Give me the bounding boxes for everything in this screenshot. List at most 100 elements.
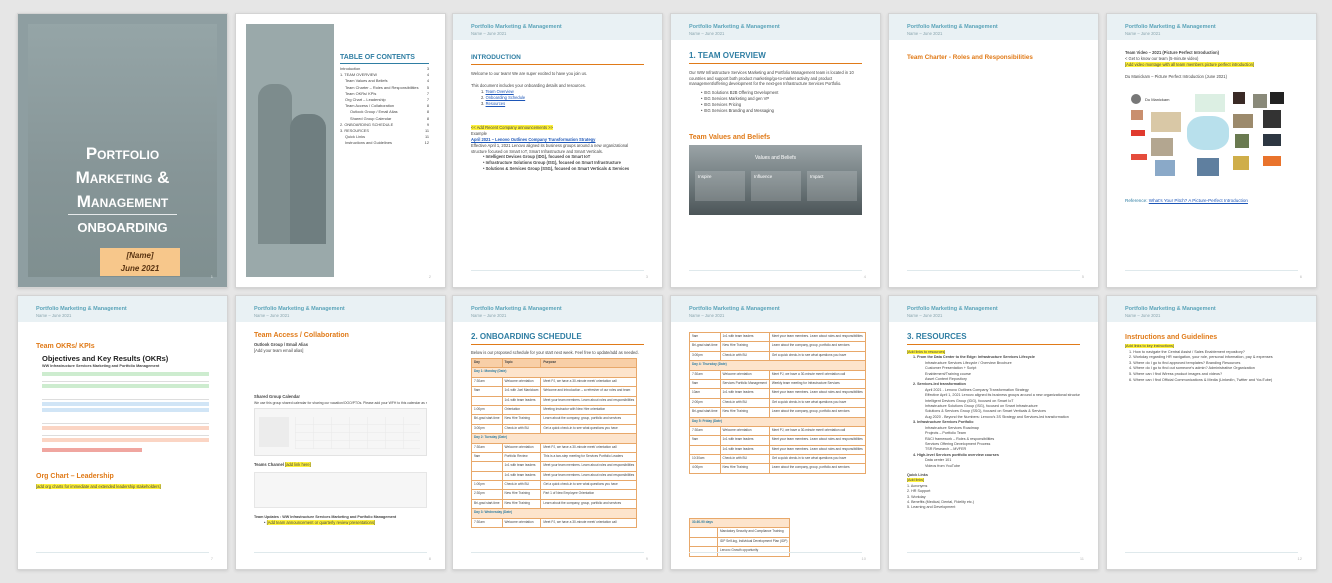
guide-items: 1. How to navigate the Central Assist / … bbox=[1125, 350, 1298, 384]
updates-placeholder: [Add team announcement or quarterly revi… bbox=[266, 520, 376, 525]
quick-link[interactable]: 5. Learning and Development bbox=[907, 505, 1080, 510]
purpose-cell: Get a quick check-in to see what questio… bbox=[540, 480, 638, 491]
access-outlook: Outlook Group / Email Alias [Add your te… bbox=[254, 342, 427, 354]
team-charter-page[interactable]: Portfolio Marketing & Management Name – … bbox=[888, 13, 1099, 288]
header-title: Portfolio Marketing & Management bbox=[1125, 306, 1216, 312]
header-subtitle: Name – June 2021 bbox=[254, 313, 290, 318]
intro-page[interactable]: Portfolio Marketing & Management Name – … bbox=[452, 13, 663, 288]
purpose-cell: Welcome and Introduction – a refresher o… bbox=[540, 386, 638, 397]
intro-text: Welcome to our team! We are super excite… bbox=[471, 71, 644, 172]
values-card: Inspire bbox=[695, 171, 745, 201]
resource-item[interactable]: Effective April 1, 2021 Lenovo aligned i… bbox=[907, 393, 1080, 398]
onboarding-schedule-page[interactable]: Portfolio Marketing & Management Name – … bbox=[452, 295, 663, 570]
collage-image bbox=[1131, 130, 1145, 136]
topic-cell: New Hire Training bbox=[719, 407, 770, 418]
link-resources[interactable]: Resources bbox=[486, 101, 506, 106]
page-number: 4 bbox=[863, 274, 866, 279]
day-heading: Day 5: Friday (Date) bbox=[689, 416, 866, 427]
team-access-page[interactable]: Portfolio Marketing & Management Name – … bbox=[235, 295, 446, 570]
time-cell: 9am bbox=[689, 435, 721, 446]
link-reference[interactable]: What's Your Pitch? A Picture-Perfect Int… bbox=[1149, 198, 1248, 203]
team-overview-page[interactable]: Portfolio Marketing & Management Name – … bbox=[670, 13, 881, 288]
cover-title-line: Management bbox=[76, 192, 169, 211]
resources-list: [Add links to resources] 1. From the Dat… bbox=[907, 350, 1080, 511]
cover-page[interactable]: Portfolio Marketing & Management ONBOARD… bbox=[17, 13, 228, 288]
purpose-cell: Meet PJ, we have a 30-minute meet/ orien… bbox=[768, 425, 866, 437]
table-row: 9am 1x1 with Joel Manickam Welcome and Int… bbox=[471, 386, 638, 397]
cover-subtitle: ONBOARDING bbox=[77, 220, 168, 235]
footer-line bbox=[689, 552, 862, 553]
purpose-cell: Get a quick check-in to see what questio… bbox=[540, 423, 638, 435]
time-cell: 3:00pm bbox=[471, 423, 503, 435]
cover-divider bbox=[68, 214, 177, 215]
intro-heading: INTRODUCTION bbox=[471, 54, 521, 61]
calendar-grid bbox=[295, 417, 420, 449]
table-row: 4:00pm New Hire Training Learn about the c… bbox=[689, 463, 866, 474]
table-row: 2:00pm Check-in with BU Get a quick check-… bbox=[689, 397, 866, 409]
table-row: Day 2: Tuesday (Date) bbox=[470, 433, 638, 444]
overview-bullet: ISG Solutions B2B Offering Development bbox=[703, 90, 779, 95]
collage-image bbox=[1235, 134, 1249, 148]
link-team-overview[interactable]: Team Overview bbox=[485, 89, 513, 94]
announcement-placeholder: << Add Recent Company announcements >> bbox=[471, 125, 553, 130]
heading-rule bbox=[471, 64, 644, 65]
guide-item[interactable]: 2. Workday regarding HR navigation, your… bbox=[1125, 355, 1298, 361]
header-subtitle: Name – June 2021 bbox=[471, 31, 507, 36]
page-header: Portfolio Marketing & Management Name – … bbox=[453, 296, 662, 322]
topic-cell: Welcome orientation bbox=[719, 425, 770, 437]
resources-page[interactable]: Portfolio Marketing & Management Name – … bbox=[888, 295, 1099, 570]
toc-list: Introduction 3 1. TEAM OVERVIEW 4 Team Value… bbox=[340, 66, 429, 147]
purpose-cell: Meet PJ, we have a 30-minute meet/ orien… bbox=[540, 376, 638, 388]
link-transformation[interactable]: April 2021 – Lenovo Outlines Company Tra… bbox=[471, 137, 595, 142]
resources-items: 1. From the Data Center to the Edge: Inf… bbox=[907, 355, 1080, 469]
collage-image bbox=[1155, 160, 1175, 176]
okr-row bbox=[42, 378, 209, 382]
table-cell: IDP Self-log, Individual Development Pla… bbox=[716, 536, 791, 548]
header-subtitle: Name – June 2021 bbox=[1125, 313, 1161, 318]
day-heading: Day 3: Wednesday (Date) bbox=[470, 508, 638, 519]
page-number: 2 bbox=[428, 274, 431, 279]
resource-item[interactable]: Videos from YouTube bbox=[907, 464, 1080, 469]
okr-page[interactable]: Portfolio Marketing & Management Name – … bbox=[17, 295, 228, 570]
topic-cell: 1x1 with Joel Manickam bbox=[501, 386, 542, 397]
table-row: 9am 1x1 with team leaders Meet your team m… bbox=[689, 331, 866, 343]
header-title: Portfolio Marketing & Management bbox=[36, 306, 127, 312]
toc-photo bbox=[246, 24, 334, 277]
teams-screenshot bbox=[254, 472, 427, 508]
values-card: Influence bbox=[751, 171, 801, 201]
schedule-intro: Below is our proposed schedule for your … bbox=[471, 350, 639, 355]
footer-line bbox=[36, 552, 209, 553]
toc-page[interactable]: TABLE OF CONTENTS Introduction 3 1. TEAM O… bbox=[235, 13, 446, 288]
cover-title: Portfolio Marketing & Management bbox=[18, 142, 227, 214]
outlook-note: [Add your team email alias] bbox=[254, 348, 304, 353]
column-header: Purpose bbox=[540, 357, 638, 369]
collage-image bbox=[1131, 110, 1143, 120]
topic-cell: Welcome orientation bbox=[501, 442, 542, 453]
schedule-continued-page[interactable]: Portfolio Marketing & Management Name – … bbox=[670, 295, 881, 570]
instructions-page[interactable]: Portfolio Marketing & Management Name – … bbox=[1106, 295, 1317, 570]
heading-rule bbox=[471, 344, 644, 345]
time-cell: 1:00pm bbox=[471, 480, 503, 491]
purpose-cell: Learn about the company, group, portfoli… bbox=[768, 407, 866, 418]
values-heading: Team Values and Beliefs bbox=[689, 134, 771, 141]
purpose-cell: Meet your team members. Learn about role… bbox=[540, 470, 638, 482]
intro-collage: Du Manickam bbox=[1125, 90, 1298, 186]
page-header: Portfolio Marketing & Management Name – … bbox=[889, 14, 1098, 40]
time-cell: 4:00pm bbox=[689, 463, 721, 474]
overview-bullet: ISG Services Pricing bbox=[703, 102, 742, 107]
header-title: Portfolio Marketing & Management bbox=[907, 306, 998, 312]
access-calendar: Shared Group Calendar We use this group … bbox=[254, 394, 427, 406]
topic-cell: New Hire Training bbox=[719, 463, 770, 474]
link-onboarding-schedule[interactable]: Onboarding Schedule bbox=[486, 95, 526, 100]
team-video-page[interactable]: Portfolio Marketing & Management Name – … bbox=[1106, 13, 1317, 288]
purpose-cell: Meet PJ, we have a 30-minute meet/ orien… bbox=[540, 442, 638, 453]
collage-image bbox=[1131, 154, 1147, 160]
time-cell: 7:30am bbox=[471, 376, 503, 388]
table-cell: Mandatory Security and Compliance Traini… bbox=[716, 527, 791, 538]
quick-links-placeholder: [Add links] bbox=[907, 478, 925, 483]
resources-placeholder: [Add links to resources] bbox=[907, 350, 946, 354]
toc-row[interactable]: Instructions and Guidelines 12 bbox=[340, 140, 429, 146]
guide-item[interactable]: 6. Where can I find Official Communicati… bbox=[1125, 378, 1298, 384]
time-cell: 9am bbox=[689, 378, 721, 390]
topic-cell: Services Portfolio Management bbox=[719, 378, 770, 390]
